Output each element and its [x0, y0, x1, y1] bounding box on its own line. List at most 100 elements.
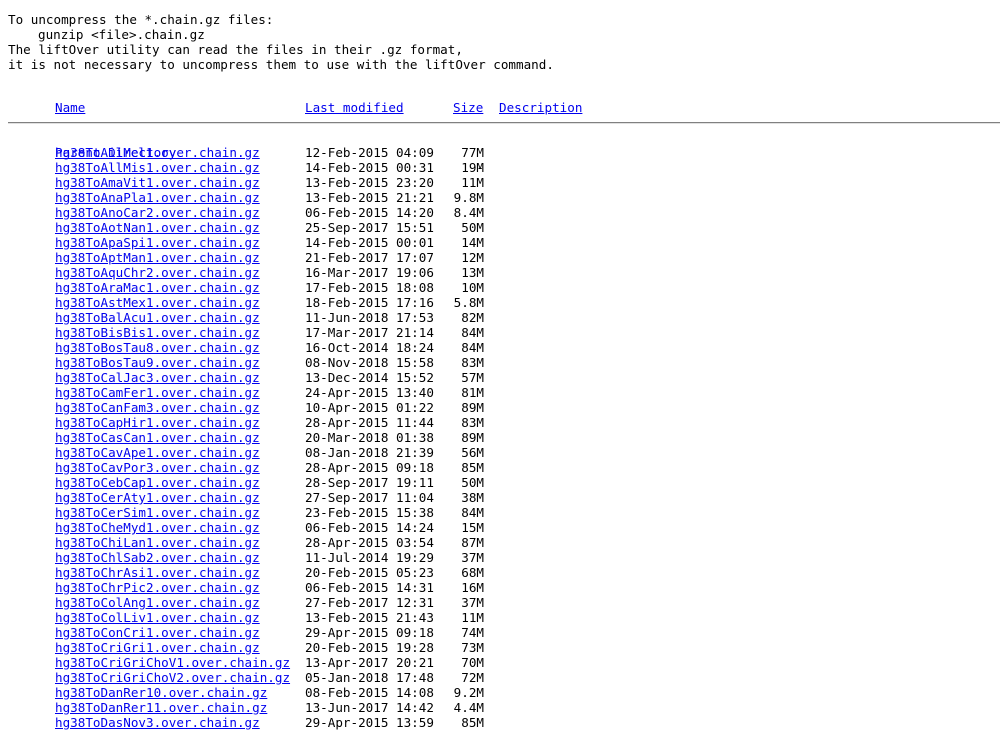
file-last-modified: 06-Feb-2015 14:24 — [305, 520, 434, 535]
file-link[interactable]: hg38ToCavApe1.over.chain.gz — [55, 445, 260, 460]
column-description-link[interactable]: Description — [499, 100, 582, 115]
file-row: hg38ToAquChr2.over.chain.gz 16-Mar-2017 1… — [0, 265, 484, 280]
file-link[interactable]: hg38ToCasCan1.over.chain.gz — [55, 430, 260, 445]
file-last-modified: 17-Feb-2015 18:08 — [305, 280, 434, 295]
file-link[interactable]: hg38ToAraMac1.over.chain.gz — [55, 280, 260, 295]
file-row: hg38ToCriGri1.over.chain.gz 20-Feb-2015 1… — [0, 640, 484, 655]
file-size: 68M — [461, 565, 484, 580]
file-link[interactable]: hg38ToBalAcu1.over.chain.gz — [55, 310, 260, 325]
file-link[interactable]: hg38ToCriGriChoV2.over.chain.gz — [55, 670, 290, 685]
file-size: 70M — [461, 655, 484, 670]
file-last-modified: 25-Sep-2017 15:51 — [305, 220, 434, 235]
column-name-link[interactable]: Name — [55, 100, 85, 115]
file-row: hg38ToChlSab2.over.chain.gz 11-Jul-2014 1… — [0, 550, 484, 565]
header-divider — [8, 122, 1000, 124]
file-link[interactable]: hg38ToChrPic2.over.chain.gz — [55, 580, 260, 595]
file-link[interactable]: hg38ToAstMex1.over.chain.gz — [55, 295, 260, 310]
file-link[interactable]: hg38ToAptMan1.over.chain.gz — [55, 250, 260, 265]
file-row: hg38ToAmaVit1.over.chain.gz 13-Feb-2015 2… — [0, 175, 484, 190]
file-size: 73M — [461, 640, 484, 655]
file-link[interactable]: hg38ToChiLan1.over.chain.gz — [55, 535, 260, 550]
file-link[interactable]: hg38ToAmaVit1.over.chain.gz — [55, 175, 260, 190]
file-last-modified: 27-Feb-2017 12:31 — [305, 595, 434, 610]
file-link[interactable]: hg38ToCavPor3.over.chain.gz — [55, 460, 260, 475]
file-size: 82M — [461, 310, 484, 325]
parent-directory-row: Parent Directory - — [0, 130, 484, 175]
file-last-modified: 08-Feb-2015 14:08 — [305, 685, 434, 700]
file-link[interactable]: hg38ToChlSab2.over.chain.gz — [55, 550, 260, 565]
file-row: hg38ToCerSim1.over.chain.gz 23-Feb-2015 1… — [0, 505, 484, 520]
file-last-modified: 10-Apr-2015 01:22 — [305, 400, 434, 415]
column-size-link[interactable]: Size — [453, 100, 483, 115]
file-row: hg38ToCapHir1.over.chain.gz 28-Apr-2015 1… — [0, 415, 484, 430]
file-link[interactable]: hg38ToDanRer11.over.chain.gz — [55, 700, 267, 715]
file-last-modified: 28-Apr-2015 09:18 — [305, 460, 434, 475]
file-link[interactable]: hg38ToCalJac3.over.chain.gz — [55, 370, 260, 385]
file-size: 38M — [461, 490, 484, 505]
file-link[interactable]: hg38ToAilMel1.over.chain.gz — [55, 145, 260, 160]
file-link[interactable]: hg38ToColLiv1.over.chain.gz — [55, 610, 260, 625]
file-last-modified: 24-Apr-2015 13:40 — [305, 385, 434, 400]
file-row: hg38ToCasCan1.over.chain.gz 20-Mar-2018 0… — [0, 430, 484, 445]
file-size: 83M — [461, 355, 484, 370]
file-last-modified: 23-Feb-2015 15:38 — [305, 505, 434, 520]
file-size: 9.2M — [453, 685, 484, 700]
file-link[interactable]: hg38ToDanRer10.over.chain.gz — [55, 685, 267, 700]
file-size: 72M — [461, 670, 484, 685]
file-size: 85M — [461, 460, 484, 475]
file-size: 50M — [461, 475, 484, 490]
file-link[interactable]: hg38ToCanFam3.over.chain.gz — [55, 400, 260, 415]
file-last-modified: 28-Apr-2015 11:44 — [305, 415, 434, 430]
file-last-modified: 13-Apr-2017 20:21 — [305, 655, 434, 670]
file-last-modified: 13-Feb-2015 23:20 — [305, 175, 434, 190]
file-link[interactable]: hg38ToCerAty1.over.chain.gz — [55, 490, 260, 505]
file-row: hg38ToCavPor3.over.chain.gz 28-Apr-2015 0… — [0, 460, 484, 475]
file-last-modified: 27-Sep-2017 11:04 — [305, 490, 434, 505]
file-link[interactable]: hg38ToBisBis1.over.chain.gz — [55, 325, 260, 340]
file-row: hg38ToAnaPla1.over.chain.gz 13-Feb-2015 2… — [0, 190, 484, 205]
file-last-modified: 14-Feb-2015 00:01 — [305, 235, 434, 250]
file-link[interactable]: hg38ToColAng1.over.chain.gz — [55, 595, 260, 610]
file-size: 84M — [461, 340, 484, 355]
file-row: hg38ToAptMan1.over.chain.gz 21-Feb-2017 1… — [0, 250, 484, 265]
file-size: 56M — [461, 445, 484, 460]
file-link[interactable]: hg38ToApaSpi1.over.chain.gz — [55, 235, 260, 250]
file-last-modified: 13-Feb-2015 21:43 — [305, 610, 434, 625]
column-last-modified-link[interactable]: Last modified — [305, 100, 404, 115]
file-link[interactable]: hg38ToCapHir1.over.chain.gz — [55, 415, 260, 430]
file-last-modified: 28-Sep-2017 19:11 — [305, 475, 434, 490]
file-size: 4.4M — [453, 700, 484, 715]
file-last-modified: 08-Jan-2018 21:39 — [305, 445, 434, 460]
file-link[interactable]: hg38ToCebCap1.over.chain.gz — [55, 475, 260, 490]
file-link[interactable]: hg38ToCriGriChoV1.over.chain.gz — [55, 655, 290, 670]
file-link[interactable]: hg38ToCriGri1.over.chain.gz — [55, 640, 260, 655]
file-link[interactable]: hg38ToAnaPla1.over.chain.gz — [55, 190, 260, 205]
file-link[interactable]: hg38ToAllMis1.over.chain.gz — [55, 160, 260, 175]
file-row: hg38ToBosTau9.over.chain.gz 08-Nov-2018 1… — [0, 355, 484, 370]
file-last-modified: 28-Apr-2015 03:54 — [305, 535, 434, 550]
file-last-modified: 17-Mar-2017 21:14 — [305, 325, 434, 340]
file-size: 87M — [461, 535, 484, 550]
file-row: hg38ToDasNov3.over.chain.gz 29-Apr-2015 1… — [0, 715, 484, 730]
file-link[interactable]: hg38ToBosTau8.over.chain.gz — [55, 340, 260, 355]
file-row: hg38ToApaSpi1.over.chain.gz 14-Feb-2015 0… — [0, 235, 484, 250]
file-row: hg38ToAraMac1.over.chain.gz 17-Feb-2015 1… — [0, 280, 484, 295]
file-link[interactable]: hg38ToDasNov3.over.chain.gz — [55, 715, 260, 730]
file-link[interactable]: hg38ToAnoCar2.over.chain.gz — [55, 205, 260, 220]
file-link[interactable]: hg38ToBosTau9.over.chain.gz — [55, 355, 260, 370]
file-link[interactable]: hg38ToCerSim1.over.chain.gz — [55, 505, 260, 520]
file-row: hg38ToChiLan1.over.chain.gz 28-Apr-2015 0… — [0, 535, 484, 550]
file-size: 89M — [461, 400, 484, 415]
file-link[interactable]: hg38ToAotNan1.over.chain.gz — [55, 220, 260, 235]
file-row: hg38ToAstMex1.over.chain.gz 18-Feb-2015 1… — [0, 295, 484, 310]
file-row: hg38ToColLiv1.over.chain.gz 13-Feb-2015 2… — [0, 610, 484, 625]
file-link[interactable]: hg38ToAquChr2.over.chain.gz — [55, 265, 260, 280]
file-link[interactable]: hg38ToCamFer1.over.chain.gz — [55, 385, 260, 400]
intro-text: To uncompress the *.chain.gz files: gunz… — [8, 12, 554, 72]
file-link[interactable]: hg38ToCheMyd1.over.chain.gz — [55, 520, 260, 535]
file-last-modified: 20-Feb-2015 05:23 — [305, 565, 434, 580]
file-link[interactable]: hg38ToChrAsi1.over.chain.gz — [55, 565, 260, 580]
file-link[interactable]: hg38ToConCri1.over.chain.gz — [55, 625, 260, 640]
file-row: hg38ToBalAcu1.over.chain.gz 11-Jun-2018 1… — [0, 310, 484, 325]
file-row: hg38ToChrAsi1.over.chain.gz 20-Feb-2015 0… — [0, 565, 484, 580]
